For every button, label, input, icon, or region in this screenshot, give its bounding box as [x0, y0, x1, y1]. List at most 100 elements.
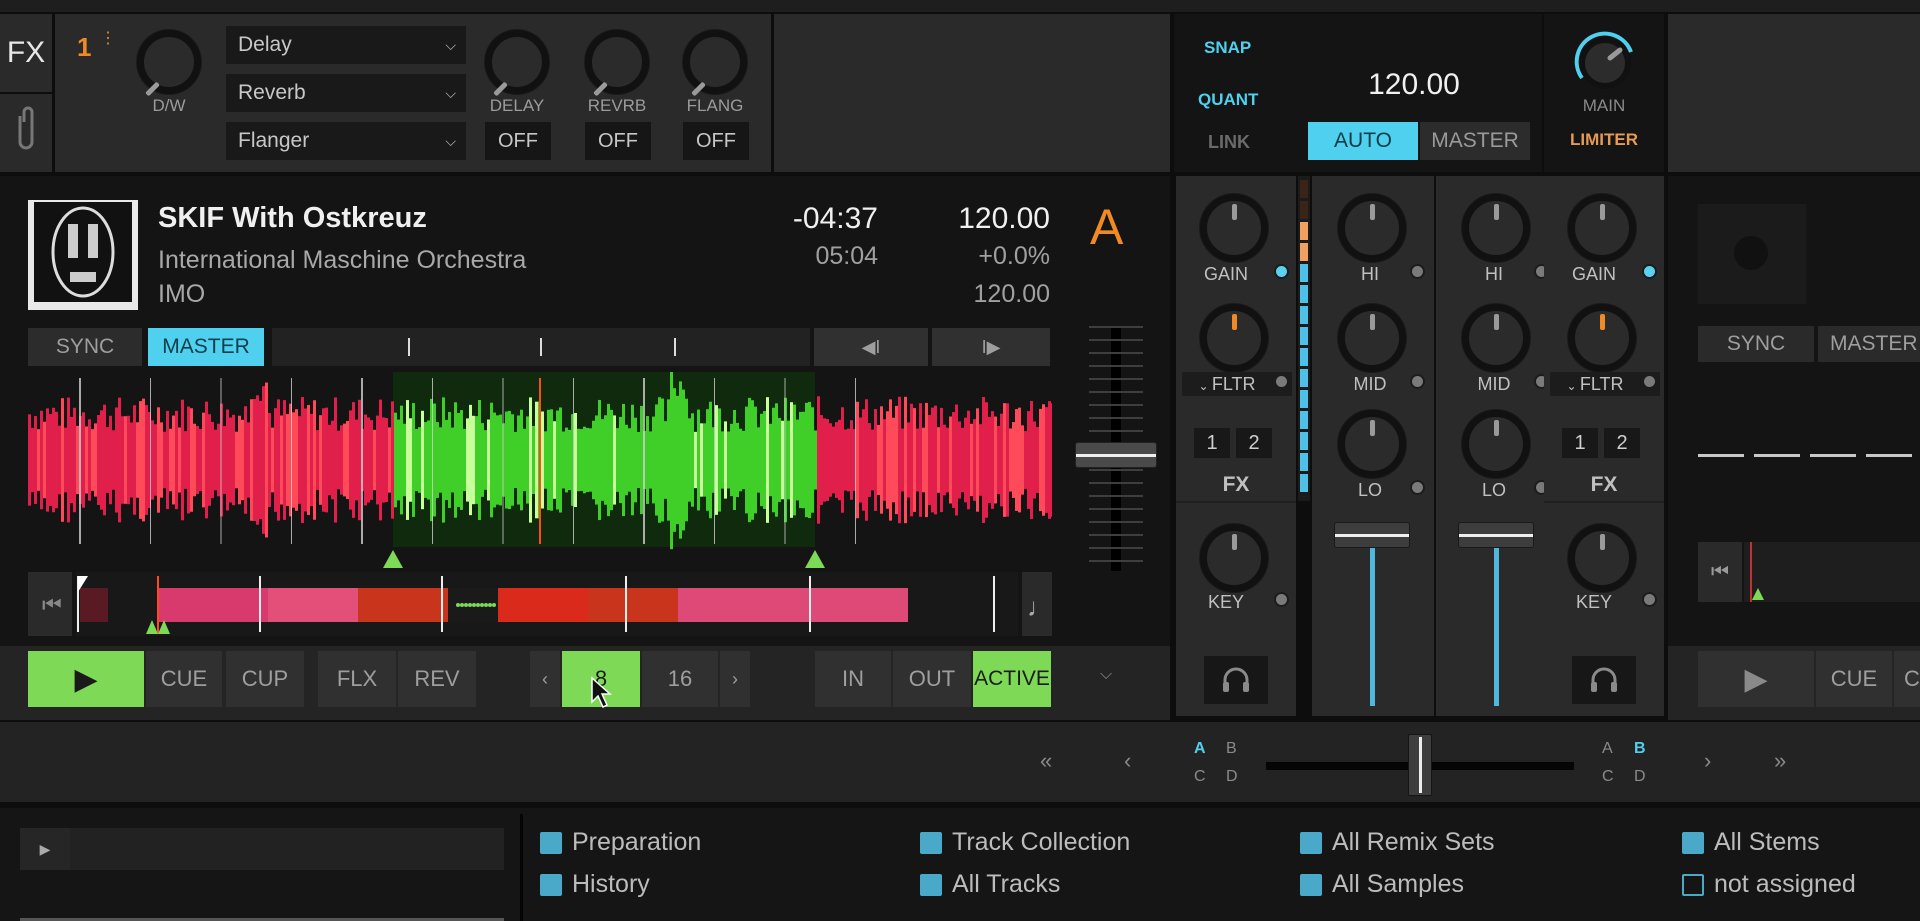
eq-hi-knob-b[interactable]: [1462, 194, 1530, 262]
time-remaining[interactable]: -04:37: [740, 202, 878, 236]
deck-b-cue-button[interactable]: CUE: [1816, 651, 1892, 707]
eq-hi-kill-a[interactable]: [1410, 264, 1425, 279]
master-button[interactable]: MASTER: [1420, 122, 1530, 160]
cue-button[interactable]: CUE: [146, 651, 222, 707]
loop-size-prev[interactable]: ‹: [530, 651, 560, 707]
xfader-right-assign-c[interactable]: C: [1602, 768, 1614, 786]
browser-item-all-stems[interactable]: All Stems: [1682, 828, 1820, 857]
key-led-b[interactable]: [1642, 592, 1657, 607]
fx-unit-menu-icon[interactable]: ⋮: [100, 31, 116, 47]
xfader-left-assign-a[interactable]: A: [1194, 740, 1206, 758]
browser-item-history[interactable]: History: [540, 870, 650, 899]
master-tempo[interactable]: 120.00: [1334, 68, 1494, 102]
tempo-fader-handle[interactable]: [1075, 442, 1157, 468]
double-chevron-left-icon[interactable]: «: [1040, 748, 1052, 774]
loop-active-button[interactable]: ACTIVE: [973, 651, 1051, 707]
eq-lo-knob-b[interactable]: [1462, 410, 1530, 478]
cue-headphone-button-a[interactable]: [1204, 656, 1268, 704]
filter-knob-a[interactable]: [1200, 304, 1268, 372]
preview-player[interactable]: ▶: [20, 828, 504, 870]
deck-b-sync-button[interactable]: SYNC: [1698, 326, 1814, 362]
flux-button[interactable]: FLX: [318, 651, 396, 707]
snap-button[interactable]: SNAP: [1204, 38, 1251, 58]
xfader-left-assign-c[interactable]: C: [1194, 768, 1206, 786]
deck-b-master-button[interactable]: MASTER: [1818, 326, 1920, 362]
fx-assign-1-b[interactable]: 1: [1562, 428, 1598, 458]
fx-assign-1-a[interactable]: 1: [1194, 428, 1230, 458]
deck-letter[interactable]: A: [1090, 198, 1123, 256]
loop-size-16[interactable]: 16: [642, 651, 718, 707]
link-button[interactable]: LINK: [1208, 132, 1250, 153]
browser-item-preparation[interactable]: Preparation: [540, 828, 701, 857]
volume-fader-b[interactable]: [1458, 522, 1534, 548]
tempo-fader[interactable]: [1075, 326, 1157, 581]
eq-lo-knob-a[interactable]: [1338, 410, 1406, 478]
deck-b-play-button[interactable]: ▶: [1698, 651, 1814, 707]
xfader-left-assign-b[interactable]: B: [1226, 740, 1237, 758]
xfader-right-assign-d[interactable]: D: [1634, 768, 1646, 786]
sync-button[interactable]: SYNC: [28, 328, 142, 366]
deck-b-overview[interactable]: [1744, 542, 1920, 602]
xfader-left-assign-d[interactable]: D: [1226, 768, 1238, 786]
fx-select-2[interactable]: Reverb ⌵: [226, 74, 466, 112]
fx-select-1[interactable]: Delay ⌵: [226, 26, 466, 64]
delay-toggle[interactable]: OFF: [485, 122, 551, 160]
browser-item-all-remix-sets[interactable]: All Remix Sets: [1300, 828, 1495, 857]
key-knob-a[interactable]: [1200, 524, 1268, 592]
chevron-left-icon[interactable]: ‹: [1124, 748, 1131, 774]
xfader-right-assign-a[interactable]: A: [1602, 740, 1613, 758]
key-knob-b[interactable]: [1568, 524, 1636, 592]
expand-chevron-icon[interactable]: ⌵: [1100, 666, 1112, 684]
fx-assign-2-b[interactable]: 2: [1604, 428, 1640, 458]
attach-tab[interactable]: [0, 94, 52, 172]
preview-play-icon[interactable]: ▶: [20, 828, 70, 870]
eq-lo-kill-a[interactable]: [1410, 480, 1425, 495]
gain-led-a[interactable]: [1274, 264, 1289, 279]
main-volume-knob[interactable]: [1568, 26, 1642, 100]
chevron-right-icon[interactable]: ›: [1704, 748, 1711, 774]
cue-headphone-button-b[interactable]: [1572, 656, 1636, 704]
fx-tab[interactable]: FX: [0, 14, 52, 92]
filter-led-b[interactable]: [1642, 374, 1657, 389]
key-led-a[interactable]: [1274, 592, 1289, 607]
browser-item-track-collection[interactable]: Track Collection: [920, 828, 1130, 857]
fx-select-3[interactable]: Flanger ⌵: [226, 122, 466, 160]
delay-knob[interactable]: [485, 30, 549, 97]
xfader-right-assign-b[interactable]: B: [1634, 740, 1646, 758]
deck-b-cup-button[interactable]: C: [1894, 651, 1920, 707]
volume-fader-a[interactable]: [1334, 522, 1410, 548]
loop-size-next[interactable]: ›: [720, 651, 750, 707]
browser-item-all-samples[interactable]: All Samples: [1300, 870, 1464, 899]
loop-in-button[interactable]: IN: [815, 651, 891, 707]
deck-b-to-start-button[interactable]: ⏮: [1698, 542, 1742, 602]
beatjump-back-button[interactable]: ◀I: [814, 328, 928, 366]
crossfader-handle[interactable]: [1408, 734, 1432, 796]
meter-segment: [1300, 390, 1308, 408]
double-chevron-right-icon[interactable]: »: [1774, 748, 1786, 774]
gain-knob-a[interactable]: [1200, 194, 1268, 262]
fx-assign-2-a[interactable]: 2: [1236, 428, 1272, 458]
loop-out-button[interactable]: OUT: [893, 651, 971, 707]
gain-knob-b[interactable]: [1568, 194, 1636, 262]
beatjump-forward-button[interactable]: I▶: [932, 328, 1050, 366]
auto-button[interactable]: AUTO: [1308, 122, 1418, 160]
browser-item-all-tracks[interactable]: All Tracks: [920, 870, 1060, 899]
flanger-toggle[interactable]: OFF: [683, 122, 749, 160]
reverse-button[interactable]: REV: [398, 651, 476, 707]
master-button[interactable]: MASTER: [148, 328, 264, 366]
dry-wet-knob[interactable]: [137, 30, 201, 97]
play-button[interactable]: ▶: [28, 651, 144, 707]
quant-button[interactable]: QUANT: [1198, 90, 1258, 110]
filter-led-a[interactable]: [1274, 374, 1289, 389]
reverb-toggle[interactable]: OFF: [585, 122, 651, 160]
eq-mid-kill-a[interactable]: [1410, 374, 1425, 389]
eq-mid-knob-a[interactable]: [1338, 304, 1406, 372]
eq-mid-knob-b[interactable]: [1462, 304, 1530, 372]
reverb-knob[interactable]: [585, 30, 649, 97]
cup-button[interactable]: CUP: [226, 651, 304, 707]
browser-item-not-assigned[interactable]: not assigned: [1682, 870, 1856, 899]
filter-knob-b[interactable]: [1568, 304, 1636, 372]
flanger-knob[interactable]: [683, 30, 747, 97]
gain-led-b[interactable]: [1642, 264, 1657, 279]
eq-hi-knob-a[interactable]: [1338, 194, 1406, 262]
